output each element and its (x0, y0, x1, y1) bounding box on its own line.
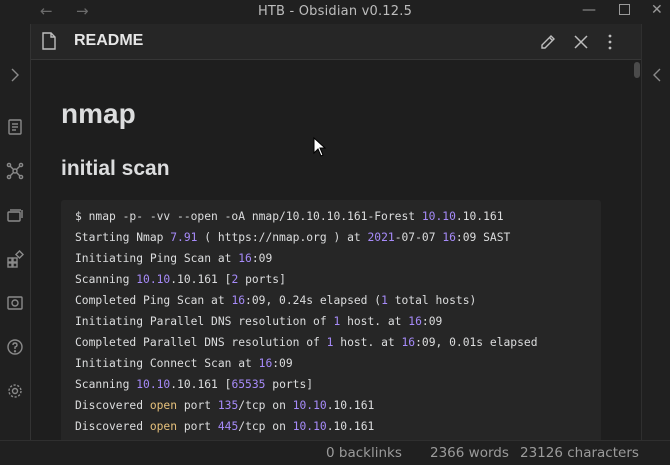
quick-switcher-icon[interactable] (6, 118, 24, 136)
code-token: 445 (217, 420, 239, 433)
code-token: 16 (238, 252, 252, 265)
pane-header: README (31, 24, 642, 60)
code-line: Starting Nmap 7.91 ( https://nmap.org ) … (75, 231, 510, 244)
code-token: 135 (217, 399, 239, 412)
pane-title: README (74, 32, 144, 49)
code-token: 16 (231, 294, 246, 307)
code-token: Starting Nmap (75, 231, 171, 244)
code-token: Initiating Connect Scan at (75, 357, 259, 370)
code-token: /tcp on (238, 420, 293, 433)
code-line: $ nmap -p- -vv --open -oA nmap/10.10.10.… (75, 210, 504, 223)
code-token: 16 (401, 336, 416, 349)
code-token: 1 (381, 294, 388, 307)
code-token: .10.161 (326, 420, 375, 433)
code-token: port (177, 420, 218, 433)
code-token: $ nmap -p- -vv --open -oA nmap/10.10.10.… (75, 210, 422, 223)
chevron-right-icon[interactable] (6, 66, 24, 84)
code-token: Discovered (75, 420, 150, 433)
document-view: nmap initial scan $ nmap -p- -vv --open … (31, 60, 631, 440)
code-token: Initiating Ping Scan at (75, 252, 239, 265)
code-token: Scanning (75, 273, 137, 286)
camera-icon[interactable] (6, 294, 24, 312)
code-token: 16 (258, 357, 273, 370)
code-line: Discovered open port 135/tcp on 10.10.10… (75, 399, 374, 412)
code-token: open (149, 399, 178, 412)
title-bar: ← → HTB - Obsidian v0.12.5 — ✕ (0, 0, 670, 24)
code-token: Discovered (75, 399, 150, 412)
heading-1: nmap (61, 98, 136, 129)
code-token: 65535 (231, 378, 266, 391)
code-token: /tcp on (238, 399, 293, 412)
left-ribbon (0, 24, 30, 440)
code-token: 10.10 (421, 210, 456, 223)
code-line: Completed Parallel DNS resolution of 1 h… (75, 336, 538, 349)
code-token: host. at (333, 336, 402, 349)
code-token: 10.10 (292, 399, 327, 412)
code-token: 2021 (367, 231, 395, 244)
character-count: 23126 characters (520, 445, 639, 461)
code-token: ( https://nmap.org ) at (197, 231, 368, 244)
code-line: Initiating Connect Scan at 16:09 (75, 357, 293, 370)
graph-view-icon[interactable] (6, 162, 24, 180)
code-token: Initiating Parallel DNS resolution of (75, 315, 334, 328)
code-token: .10.161 (326, 399, 375, 412)
code-token: port (177, 399, 218, 412)
code-token: 16 (408, 315, 422, 328)
more-options-icon[interactable] (606, 33, 614, 55)
code-line: Initiating Ping Scan at 16:09 (75, 252, 272, 265)
code-token: 16 (442, 231, 456, 244)
right-sidebar (641, 24, 670, 440)
code-token: Completed Parallel DNS resolution of (75, 336, 327, 349)
code-line: Initiating Parallel DNS resolution of 1 … (75, 315, 442, 328)
code-token: :09 (421, 315, 443, 328)
code-token: :09, 0.01s elapsed (415, 336, 538, 349)
mouse-cursor-icon (313, 136, 327, 161)
code-token: 7.91 (170, 231, 198, 244)
close-icon[interactable]: ✕ (651, 2, 663, 18)
scrollbar[interactable] (631, 60, 641, 440)
chevron-left-icon[interactable] (648, 66, 666, 88)
code-token: ports] (265, 378, 314, 391)
minimize-icon[interactable]: — (582, 2, 596, 18)
close-pane-icon[interactable] (572, 33, 590, 55)
code-line: Scanning 10.10.10.161 [65535 ports] (75, 378, 313, 391)
code-token: open (149, 420, 178, 433)
status-bar: 0 backlinks 2366 words 23126 characters (0, 440, 670, 465)
code-token: -07-07 (394, 231, 443, 244)
code-block: $ nmap -p- -vv --open -oA nmap/10.10.10.… (61, 200, 601, 440)
cards-icon[interactable] (6, 206, 24, 224)
code-token: host. at (340, 315, 409, 328)
code-token: :09 SAST (455, 231, 511, 244)
code-token: :09 (251, 252, 273, 265)
code-token: .10.161 (455, 210, 504, 223)
document-icon (41, 32, 57, 54)
code-token: :09 (272, 357, 293, 370)
code-token: total hosts) (387, 294, 477, 307)
code-token: .10.161 [ (170, 273, 232, 286)
backlinks-count[interactable]: 0 backlinks (326, 445, 402, 461)
code-token: Scanning (75, 378, 137, 391)
code-token: Completed Ping Scan at (75, 294, 232, 307)
plugins-icon[interactable] (6, 249, 25, 268)
code-line: Discovered open port 445/tcp on 10.10.10… (75, 420, 374, 433)
code-token: 10.10 (292, 420, 327, 433)
settings-icon[interactable] (6, 382, 24, 400)
code-token: .10.161 [ (170, 378, 232, 391)
edit-icon[interactable] (539, 33, 557, 55)
word-count: 2366 words (430, 445, 509, 461)
window-title: HTB - Obsidian v0.12.5 (257, 4, 413, 19)
heading-2: initial scan (61, 157, 170, 180)
scrollbar-thumb[interactable] (634, 62, 640, 78)
code-token: :09, 0.24s elapsed ( (245, 294, 382, 307)
code-line: Scanning 10.10.10.161 [2 ports] (75, 273, 286, 286)
code-token: ports] (238, 273, 286, 286)
code-line: Completed Ping Scan at 16:09, 0.24s elap… (75, 294, 476, 307)
code-token: 10.10 (136, 378, 171, 391)
code-token: 10.10 (136, 273, 171, 286)
maximize-icon[interactable] (619, 3, 630, 19)
editor-pane: README nmap initial scan $ nmap -p- -vv … (30, 24, 642, 440)
help-icon[interactable] (6, 338, 24, 356)
